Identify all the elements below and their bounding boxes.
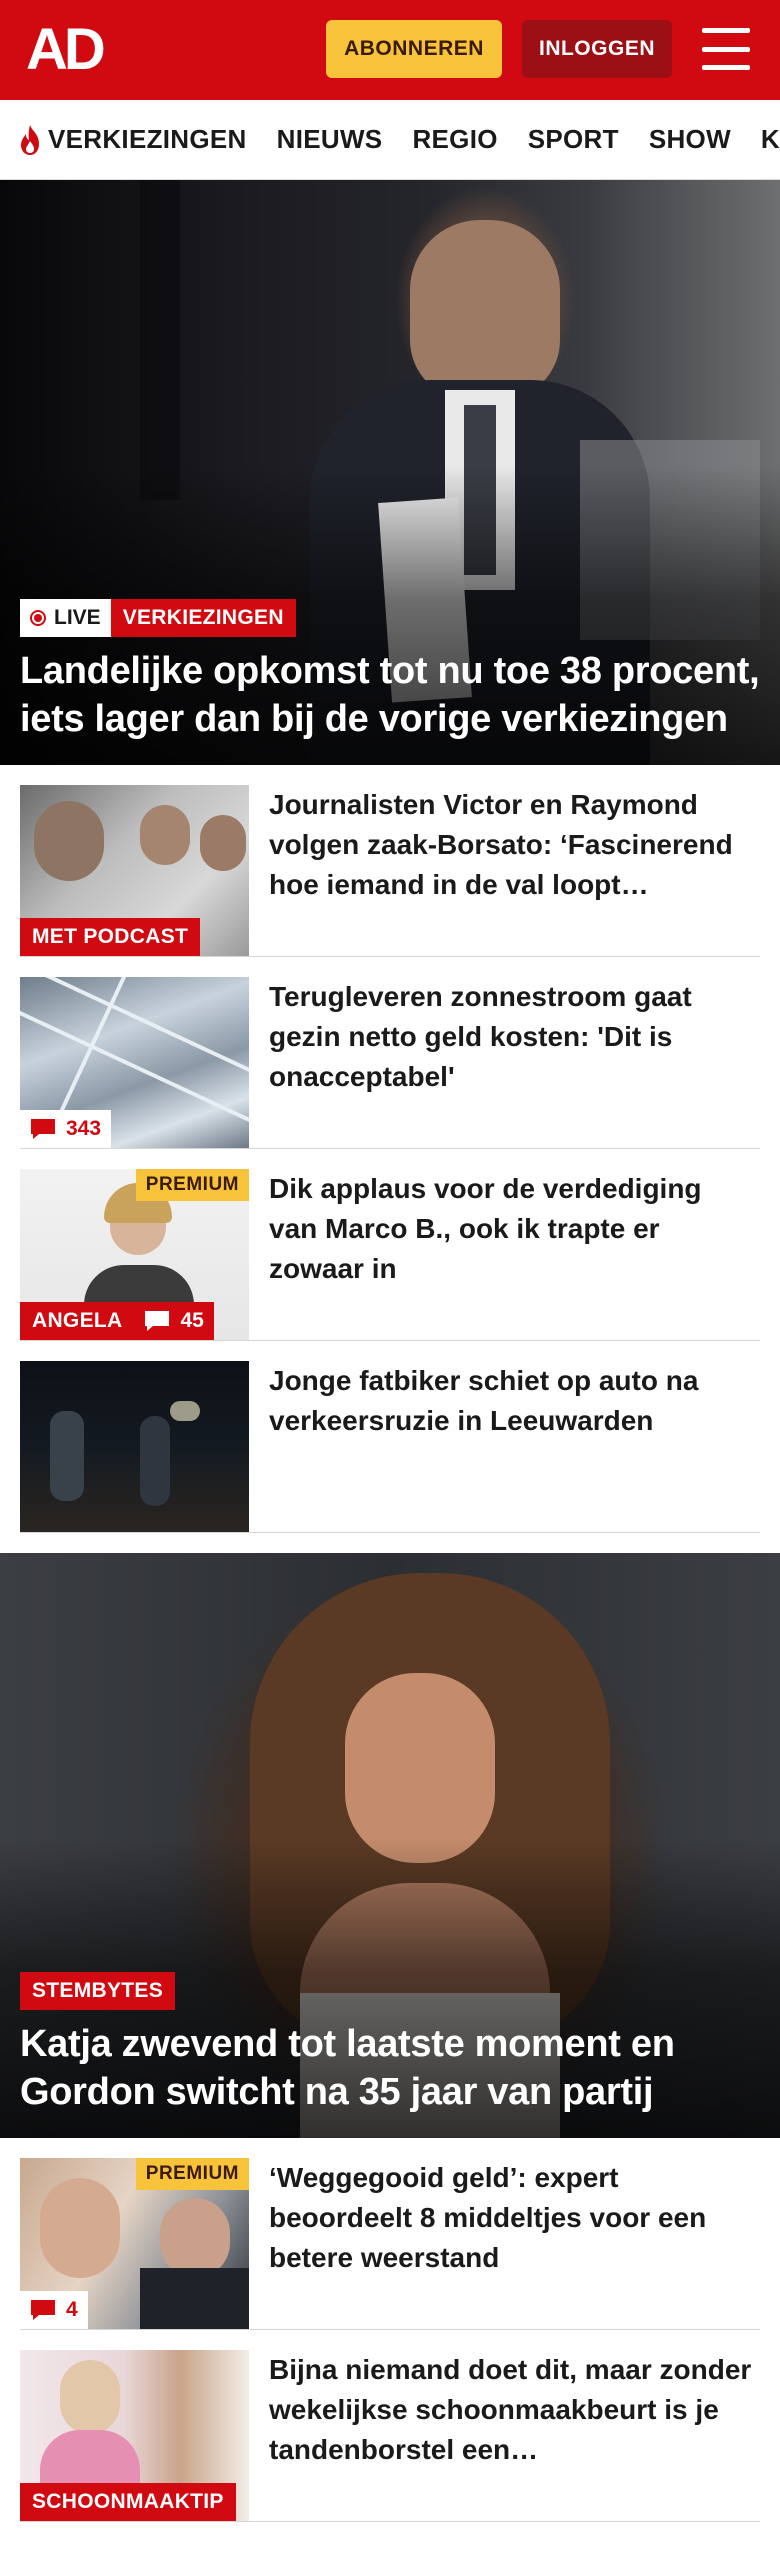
comment-count: 343 [20,1110,112,1148]
hero-title[interactable]: Landelijke opkomst tot nu toe 38 procent… [20,647,760,743]
list-item[interactable]: Jonge fatbiker schiet op auto na verkeer… [20,1341,760,1533]
author-badge: ANGELA [20,1302,135,1340]
article-thumbnail [20,1361,249,1532]
article-title[interactable]: Jonge fatbiker schiet op auto na verkeer… [269,1361,760,1532]
comment-count: 45 [134,1302,214,1340]
category-badge: STEMBYTES [20,1972,176,2010]
list-item[interactable]: MET PODCAST Journalisten Victor en Raymo… [20,765,760,957]
comment-icon [31,2300,55,2320]
article-thumbnail: PREMIUM ANGELA 45 [20,1169,249,1340]
list-item[interactable]: PREMIUM ANGELA 45 Dik applaus voor de ve… [20,1149,760,1341]
ad-logo[interactable]: AD [26,21,106,79]
list-item[interactable]: 343 Terugleveren zonnestroom gaat gezin … [20,957,760,1149]
nav-item-show[interactable]: SHOW [649,124,731,155]
live-badge: LIVE [20,599,111,637]
category-badge: VERKIEZINGEN [110,599,296,637]
section-nav: VERKIEZINGEN NIEUWS REGIO SPORT SHOW KIJ… [0,100,780,180]
comment-icon [145,1311,170,1331]
article-thumbnail: SCHOONMAAKTIP [20,2350,249,2521]
comment-icon [31,1119,55,1139]
comment-count-value: 4 [66,2298,78,2321]
flame-icon [21,124,39,155]
podcast-badge: MET PODCAST [20,918,201,956]
hero-article-stembytes[interactable]: STEMBYTES Katja zwevend tot laatste mome… [0,1553,780,2138]
article-thumbnail: 343 [20,977,249,1148]
comment-count: 4 [20,2291,88,2329]
list-item[interactable]: PREMIUM 4 ‘Weggegooid geld’: expert beoo… [20,2138,760,2330]
premium-badge: PREMIUM [135,1169,249,1201]
nav-item-kijk[interactable]: KIJK [761,124,780,155]
article-title[interactable]: Dik applaus voor de verdediging van Marc… [269,1169,760,1340]
list-item[interactable]: SCHOONMAAKTIP Bijna niemand doet dit, ma… [20,2330,760,2522]
comment-count-value: 45 [180,1309,204,1332]
hero-article-election[interactable]: LIVE VERKIEZINGEN Landelijke opkomst tot… [0,180,780,765]
subscribe-button[interactable]: ABONNEREN [326,20,502,78]
article-title[interactable]: Terugleveren zonnestroom gaat gezin nett… [269,977,760,1148]
nav-item-verkiezingen[interactable]: VERKIEZINGEN [16,123,247,157]
live-dot-icon [30,610,46,626]
hero-title[interactable]: Katja zwevend tot laatste moment en Gord… [20,2020,760,2116]
hero-overlay: STEMBYTES Katja zwevend tot laatste mome… [20,1972,760,2116]
nav-label: VERKIEZINGEN [48,124,247,154]
tip-badge: SCHOONMAAKTIP [20,2483,236,2521]
article-title[interactable]: Journalisten Victor en Raymond volgen za… [269,785,760,956]
hero-tags: STEMBYTES [20,1972,760,2010]
article-thumbnail: MET PODCAST [20,785,249,956]
article-thumbnail: PREMIUM 4 [20,2158,249,2329]
hamburger-menu-icon[interactable] [702,28,750,70]
nav-item-nieuws[interactable]: NIEUWS [277,124,383,155]
article-title[interactable]: ‘Weggegooid geld’: expert beoordeelt 8 m… [269,2158,760,2329]
comment-count-value: 343 [66,1117,102,1140]
article-title[interactable]: Bijna niemand doet dit, maar zonder weke… [269,2350,760,2521]
article-list-2: PREMIUM 4 ‘Weggegooid geld’: expert beoo… [0,2138,780,2522]
live-label: LIVE [54,606,101,629]
premium-badge: PREMIUM [135,2158,249,2190]
hero-tags: LIVE VERKIEZINGEN [20,599,760,637]
top-header: AD ABONNEREN INLOGGEN [0,0,780,100]
article-list-1: MET PODCAST Journalisten Victor en Raymo… [0,765,780,1533]
nav-item-regio[interactable]: REGIO [412,124,497,155]
login-button[interactable]: INLOGGEN [522,20,672,78]
hero-overlay: LIVE VERKIEZINGEN Landelijke opkomst tot… [20,599,760,743]
nav-item-sport[interactable]: SPORT [528,124,619,155]
